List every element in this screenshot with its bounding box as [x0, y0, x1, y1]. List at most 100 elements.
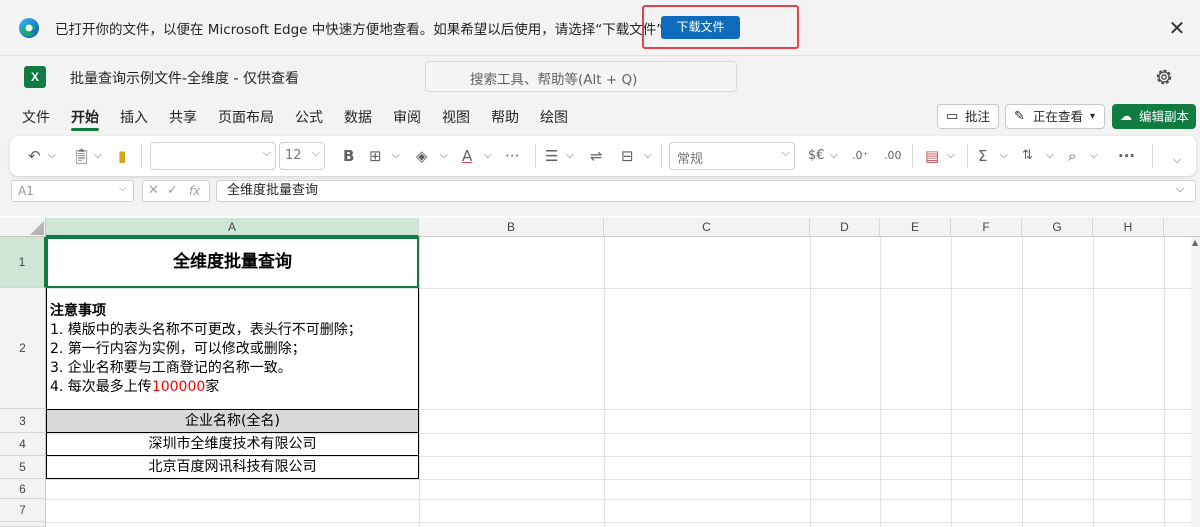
wrap-text-icon[interactable]: ⇌	[590, 146, 603, 166]
formula-input[interactable]: 全维度批量查询	[216, 180, 1196, 202]
borders-icon[interactable]: ⊞	[369, 146, 382, 166]
column-header-a[interactable]: A	[46, 218, 419, 237]
viewing-mode-button[interactable]: ✎ 正在查看 ▾	[1005, 104, 1105, 129]
chevron-down-icon[interactable]: ⌵	[94, 146, 102, 166]
pen-off-icon: ✎	[1014, 109, 1025, 124]
name-box[interactable]: A1	[11, 180, 134, 202]
font-name-dropdown[interactable]: ⌵	[150, 142, 276, 170]
document-title: 批量查询示例文件-全维度 - 仅供查看	[70, 71, 300, 87]
row-header-1[interactable]: 1	[0, 237, 46, 288]
note4-number: 100000	[151, 379, 206, 395]
chevron-down-icon[interactable]: ⌵	[644, 146, 652, 166]
autosum-icon[interactable]: Σ	[978, 146, 987, 166]
more-font-options-icon[interactable]: ···	[505, 146, 519, 166]
font-color-icon[interactable]: A	[462, 146, 472, 166]
column-header-c[interactable]: C	[604, 218, 810, 237]
cell-a4[interactable]: 深圳市全维度技术有限公司	[46, 433, 419, 456]
edit-copy-button[interactable]: ☁ 编辑副本	[1112, 104, 1196, 129]
font-size-dropdown[interactable]: 12 ⌵	[279, 142, 325, 170]
chevron-down-icon[interactable]: ⌵	[947, 146, 955, 166]
chevron-down-icon: ⌵	[781, 146, 790, 159]
tab-share[interactable]: 共享	[169, 107, 197, 127]
chevron-down-icon[interactable]: ⌵	[566, 146, 574, 166]
number-format-value: 常规	[677, 152, 704, 167]
column-header-b[interactable]: B	[419, 218, 604, 237]
row-header-3[interactable]: 3	[0, 409, 46, 433]
toolbar-separator	[141, 144, 142, 168]
decrease-decimal-icon[interactable]: .00	[884, 146, 902, 166]
edge-logo-icon	[19, 18, 39, 38]
vertical-scrollbar[interactable]: ▲	[1191, 237, 1200, 527]
tab-file[interactable]: 文件	[22, 107, 50, 127]
cell-a2[interactable]: 注意事项 1. 模版中的表头名称不可更改，表头行不可删除； 2. 第一行内容为实…	[46, 288, 419, 409]
currency-format-icon[interactable]: $€	[808, 146, 825, 166]
chevron-down-icon[interactable]: ⌵	[484, 146, 492, 166]
fill-color-icon[interactable]: ◈	[416, 146, 428, 166]
tab-view[interactable]: 视图	[442, 107, 470, 127]
chevron-down-icon[interactable]: ⌵	[1090, 146, 1098, 166]
tab-review[interactable]: 审阅	[393, 107, 421, 127]
column-header-overflow	[1164, 218, 1200, 237]
undo-icon[interactable]: ↶	[28, 146, 41, 166]
chevron-down-icon[interactable]: ⌵	[119, 183, 127, 194]
toolbar-separator	[535, 144, 536, 168]
conditional-format-icon[interactable]: ▤	[925, 146, 939, 166]
chevron-down-icon[interactable]: ⌵	[1000, 146, 1008, 166]
scroll-up-icon[interactable]: ▲	[1192, 238, 1198, 247]
sort-filter-icon[interactable]: ⇅	[1022, 146, 1033, 166]
chevron-down-icon[interactable]: ⌵	[392, 146, 400, 166]
chevron-down-icon[interactable]: ⌵	[48, 146, 56, 166]
cell-a3-header[interactable]: 企业名称(全名)	[46, 409, 419, 433]
bold-icon[interactable]: B	[343, 146, 354, 166]
increase-decimal-icon[interactable]: .0⁺	[852, 146, 868, 166]
tab-data[interactable]: 数据	[344, 107, 372, 127]
paste-icon[interactable]: 📋︎	[72, 146, 91, 166]
gear-icon[interactable]	[1154, 67, 1174, 87]
download-file-button[interactable]: 下载文件	[661, 16, 740, 39]
banner-close-icon[interactable]: ✕	[1166, 17, 1188, 39]
merge-cells-icon[interactable]: ⊟	[621, 146, 634, 166]
more-options-icon[interactable]: ···	[1118, 146, 1135, 166]
cancel-icon[interactable]: ✕	[148, 181, 159, 201]
confirm-icon[interactable]: ✓	[167, 181, 178, 201]
select-all-corner[interactable]	[0, 218, 46, 237]
column-header-h[interactable]: H	[1093, 218, 1164, 237]
row-header-2[interactable]: 2	[0, 288, 46, 409]
tab-help[interactable]: 帮助	[491, 107, 519, 127]
row-header-7[interactable]: 7	[0, 499, 46, 522]
chevron-down-icon[interactable]: ⌵	[1046, 146, 1054, 166]
note4-suffix: 家	[205, 379, 220, 395]
column-header-e[interactable]: E	[880, 218, 951, 237]
tab-home[interactable]: 开始	[71, 107, 99, 127]
cloud-upload-icon: ☁	[1120, 109, 1132, 123]
function-icon[interactable]: fx	[189, 181, 200, 201]
expand-ribbon-icon[interactable]: ⌵	[1173, 150, 1181, 170]
toolbar-separator	[1152, 144, 1153, 168]
row-header-6[interactable]: 6	[0, 479, 46, 499]
row-header-5[interactable]: 5	[0, 456, 46, 479]
align-icon[interactable]: ☰	[545, 146, 558, 166]
format-painter-icon[interactable]: ▮	[118, 146, 126, 166]
chevron-down-icon[interactable]: ⌵	[1176, 182, 1184, 196]
row-header-4[interactable]: 4	[0, 433, 46, 456]
tab-insert[interactable]: 插入	[120, 107, 148, 127]
toolbar-separator	[912, 144, 913, 168]
comments-button[interactable]: ▭ 批注	[937, 104, 999, 129]
edit-copy-label: 编辑副本	[1139, 109, 1190, 124]
tab-draw[interactable]: 绘图	[540, 107, 568, 127]
tab-page-layout[interactable]: 页面布局	[218, 107, 274, 127]
toolbar-separator	[661, 144, 662, 168]
search-placeholder: 搜索工具、帮助等(Alt + Q)	[470, 72, 638, 88]
cell-a5[interactable]: 北京百度网讯科技有限公司	[46, 456, 419, 479]
cell-a1[interactable]: 全维度批量查询	[46, 237, 419, 288]
chevron-down-icon[interactable]: ⌵	[830, 146, 838, 166]
column-header-f[interactable]: F	[951, 218, 1022, 237]
tab-formulas[interactable]: 公式	[295, 107, 323, 127]
chevron-down-icon[interactable]: ⌵	[440, 146, 448, 166]
column-header-d[interactable]: D	[810, 218, 880, 237]
find-icon[interactable]: ⌕	[1068, 146, 1076, 166]
viewing-label: 正在查看	[1033, 109, 1084, 124]
column-header-g[interactable]: G	[1022, 218, 1093, 237]
note-line-3: 3. 企业名称要与工商登记的名称一致。	[50, 360, 292, 376]
number-format-dropdown[interactable]: 常规 ⌵	[669, 142, 795, 170]
